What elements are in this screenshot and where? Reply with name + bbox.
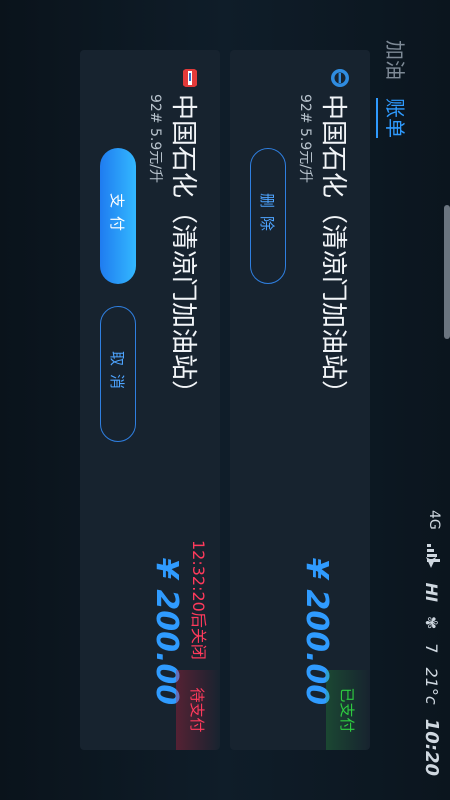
status-badge-paid: 已支付 bbox=[326, 670, 370, 750]
temperature: 21°c bbox=[422, 667, 441, 705]
sinopec-card-icon bbox=[183, 69, 197, 87]
cancel-button[interactable]: 取消 bbox=[100, 306, 136, 442]
delete-button[interactable]: 删除 bbox=[250, 148, 286, 284]
clock: 10:20 bbox=[421, 718, 442, 776]
fuel-info: 92# 5.9元/升 bbox=[147, 94, 163, 183]
status-bar: 4G ➤ HI ✾ 7 21°c 10:20 bbox=[414, 0, 450, 800]
location-arrow-icon: ➤ bbox=[422, 555, 441, 569]
status-right: ➤ HI ✾ 7 21°c 10:20 bbox=[421, 555, 442, 776]
hi-label: HI bbox=[422, 582, 441, 602]
rotated-canvas: 4G ➤ HI ✾ 7 21°c 10:20 加油 账单 中国石化（清凉门加油站… bbox=[0, 0, 450, 800]
home-indicator[interactable] bbox=[444, 205, 450, 339]
status-badge-pending: 待支付 bbox=[176, 670, 220, 750]
fuel-info: 92# 5.9元/升 bbox=[297, 94, 313, 183]
fan-level: 7 bbox=[422, 643, 441, 654]
station-name: 中国石化（清凉门加油站） bbox=[168, 94, 198, 407]
pay-button[interactable]: 支付 bbox=[100, 148, 136, 284]
station-name: 中国石化（清凉门加油站） bbox=[318, 94, 348, 407]
tab-refuel[interactable]: 加油 bbox=[377, 40, 412, 80]
tab-bills[interactable]: 账单 bbox=[377, 98, 412, 138]
fan-icon: ✾ bbox=[422, 615, 441, 630]
status-left: 4G bbox=[426, 510, 442, 562]
bill-card-pending: 中国石化（清凉门加油站） 92# 5.9元/升 12:32:20后关闭 ¥ 20… bbox=[80, 50, 220, 750]
sinopec-logo-icon bbox=[331, 69, 349, 87]
network-label: 4G bbox=[426, 510, 442, 530]
top-tabs: 加油 账单 bbox=[374, 40, 414, 138]
bill-card-paid: 中国石化（清凉门加油站） 92# 5.9元/升 ¥ 200.00 已支付 删除 bbox=[230, 50, 370, 750]
screen: 4G ➤ HI ✾ 7 21°c 10:20 加油 账单 中国石化（清凉门加油站… bbox=[0, 0, 450, 800]
